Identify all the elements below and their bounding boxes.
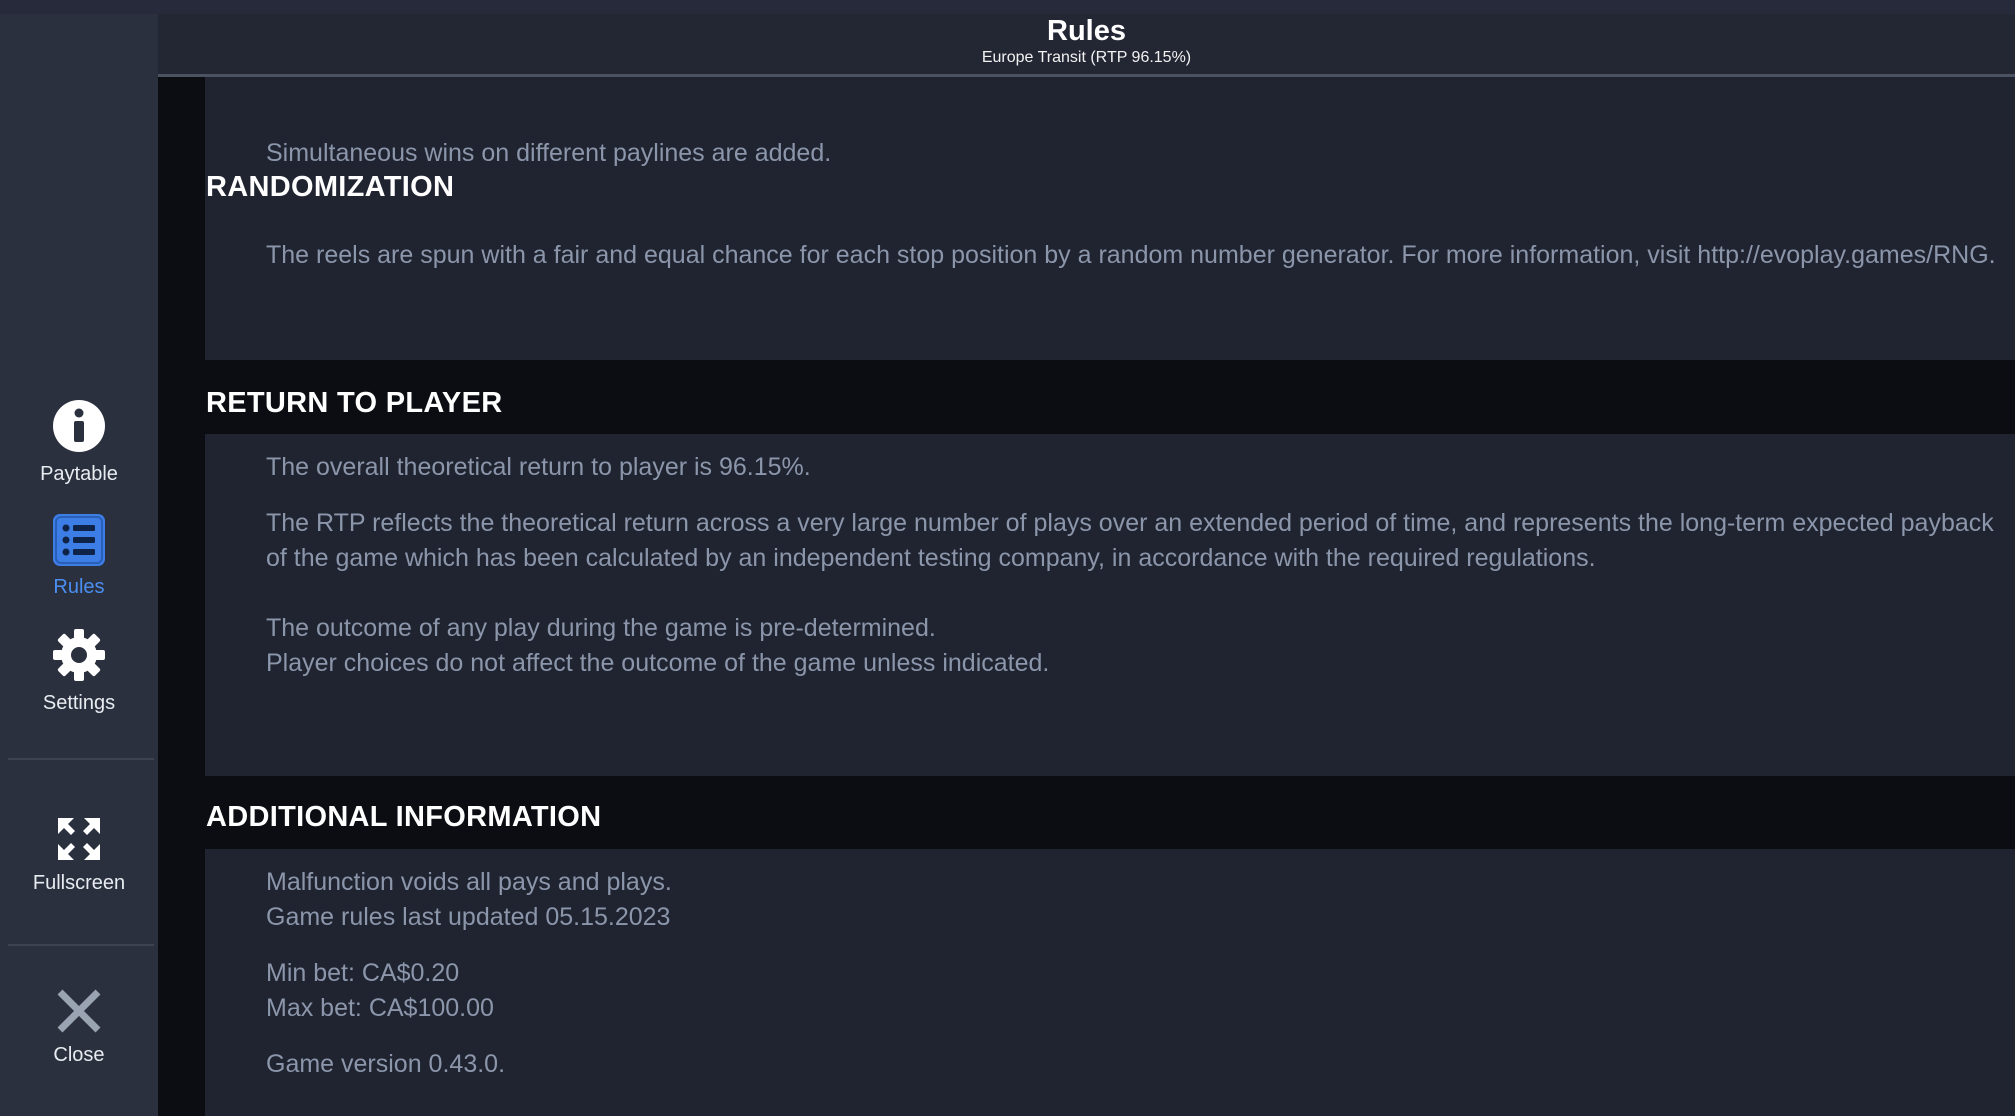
paylines-panel: Simultaneous wins on different paylines … — [205, 77, 2015, 220]
fullscreen-label: Fullscreen — [32, 872, 126, 894]
rtp-description-text: The RTP reflects the theoretical return … — [266, 509, 1994, 572]
rtp-player-choices-text: Player choices do not affect the outcome… — [266, 649, 1050, 677]
rules-button[interactable]: Rules — [0, 514, 158, 599]
settings-label: Settings — [42, 692, 116, 714]
rules-content[interactable]: Simultaneous wins on different paylines … — [158, 77, 2015, 1116]
paytable-label: Paytable — [40, 463, 118, 485]
fullscreen-icon — [58, 818, 100, 860]
game-version-text: Game version 0.43.0. — [266, 1050, 506, 1078]
close-button[interactable]: Close — [0, 988, 158, 1067]
sidebar: Paytable Rules Settings Fullscreen Close — [0, 14, 158, 1116]
sidebar-divider — [8, 758, 154, 760]
min-bet-text: Min bet: CA$0.20 — [266, 959, 460, 987]
additional-heading: ADDITIONAL INFORMATION — [206, 801, 602, 833]
rules-label: Rules — [53, 576, 105, 598]
list-icon — [53, 514, 105, 566]
page-header: Rules Europe Transit (RTP 96.15%) — [158, 14, 2015, 77]
page-title: Rules — [1047, 15, 1126, 47]
randomization-panel: The reels are spun with a fair and equal… — [205, 218, 2015, 360]
additional-panel: Malfunction voids all pays and plays. Ga… — [205, 849, 2015, 1116]
paylines-tail-text: Simultaneous wins on different paylines … — [266, 139, 832, 167]
rtp-panel: The overall theoretical return to player… — [205, 434, 2015, 776]
max-bet-text: Max bet: CA$100.00 — [266, 994, 494, 1022]
close-icon — [57, 989, 101, 1033]
gear-icon — [53, 629, 105, 681]
rules-updated-text: Game rules last updated 05.15.2023 — [266, 903, 671, 931]
sidebar-divider — [8, 944, 154, 946]
settings-button[interactable]: Settings — [0, 628, 158, 715]
info-icon — [53, 400, 105, 452]
fullscreen-button[interactable]: Fullscreen — [0, 816, 158, 895]
page-subtitle: Europe Transit (RTP 96.15%) — [981, 49, 1192, 66]
rtp-heading: RETURN TO PLAYER — [206, 387, 503, 419]
paytable-button[interactable]: Paytable — [0, 399, 158, 486]
randomization-heading: RANDOMIZATION — [206, 171, 455, 203]
randomization-text: The reels are spun with a fair and equal… — [266, 241, 1996, 269]
malfunction-text: Malfunction voids all pays and plays. — [266, 868, 672, 896]
top-strip — [0, 0, 2015, 14]
rtp-overall-text: The overall theoretical return to player… — [266, 453, 811, 481]
rtp-predetermined-text: The outcome of any play during the game … — [266, 614, 936, 642]
close-label: Close — [53, 1044, 105, 1066]
